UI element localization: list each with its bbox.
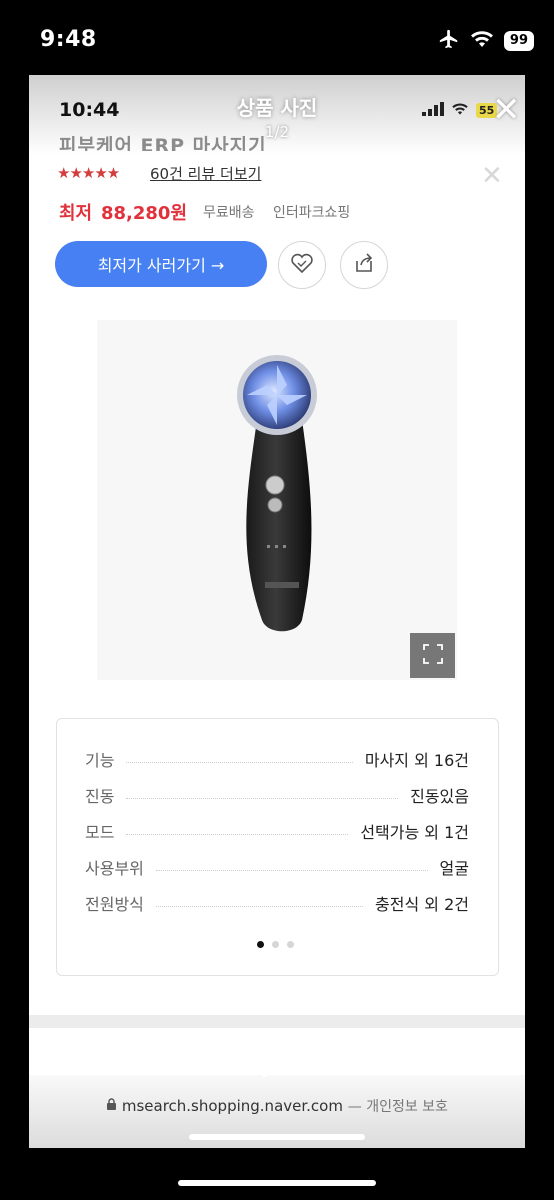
massager-illustration: [237, 355, 317, 632]
spec-value: 마사지 외 16건: [364, 751, 469, 770]
spec-card: 기능 마사지 외 16건 진동 진동있음 모드 선택가능 외 1건 사용부위 얼…: [56, 718, 499, 976]
review-link[interactable]: 60건 리뷰 더보기: [150, 163, 261, 184]
outer-clock: 9:48: [40, 27, 97, 52]
spec-value: 충전식 외 2건: [375, 895, 469, 914]
airplane-icon: [438, 28, 460, 54]
spec-row: 모드 선택가능 외 1건: [85, 819, 469, 843]
lock-icon: [106, 1097, 122, 1115]
product-image[interactable]: [97, 320, 457, 680]
privacy-label: — 개인정보 보호: [347, 1099, 448, 1115]
viewer-title: 상품 사진: [236, 96, 318, 120]
spec-row: 기능 마사지 외 16건: [85, 747, 469, 771]
product-title: 피부케어 ERP 마사지기: [59, 135, 267, 151]
spec-key: 전원방식: [85, 895, 144, 914]
spec-key: 진동: [85, 787, 115, 806]
shipping-label: 무료배송: [203, 205, 255, 221]
scroll-dot: [261, 1070, 268, 1077]
buy-lowest-price-button[interactable]: 최저가 사러가기 →: [55, 241, 267, 287]
spec-row: 진동 진동있음: [85, 783, 469, 807]
outer-status-icons: 99: [438, 28, 534, 54]
spec-value: 얼굴: [439, 859, 469, 878]
outer-battery: 99: [503, 31, 534, 51]
spec-value: 진동있음: [410, 787, 469, 806]
url-bar[interactable]: msearch.shopping.naver.com — 개인정보 보호: [29, 1096, 525, 1116]
spec-key: 사용부위: [85, 859, 144, 878]
spec-row: 전원방식 충전식 외 2건: [85, 891, 469, 915]
wifi-icon: [470, 29, 494, 53]
home-indicator[interactable]: [178, 1180, 376, 1186]
heart-icon: [290, 252, 314, 278]
inner-home-indicator: [189, 1134, 365, 1140]
spec-key: 모드: [85, 823, 115, 842]
spec-row: 사용부위 얼굴: [85, 855, 469, 879]
price-label: 최저: [59, 203, 93, 224]
expand-icon: [422, 643, 444, 669]
expand-button[interactable]: [410, 633, 455, 678]
outer-status-bar: 9:48 99: [0, 0, 554, 72]
wishlist-button[interactable]: [278, 241, 326, 289]
share-icon: [353, 252, 375, 278]
spec-key: 기능: [85, 751, 115, 770]
pager-dot[interactable]: [287, 941, 294, 948]
spec-value: 선택가능 외 1건: [360, 823, 469, 842]
close-icon[interactable]: ✕: [481, 161, 503, 191]
rating-stars: ★★★★★: [57, 164, 120, 182]
share-button[interactable]: [340, 241, 388, 289]
pager-dot-active[interactable]: [257, 941, 264, 948]
url-text: msearch.shopping.naver.com: [121, 1097, 343, 1115]
photo-viewer: 10:44 55 상품 사진 1/2 ✕ 피부케어 ERP 마사지기 ★★★★★…: [29, 75, 525, 1148]
section-divider: [29, 1015, 525, 1028]
price-value: 88,280원: [101, 203, 188, 224]
shop-name: 인터파크쇼핑: [273, 205, 351, 221]
viewer-close-icon[interactable]: ✕: [492, 93, 521, 127]
spec-pager[interactable]: [257, 941, 294, 948]
pager-dot[interactable]: [272, 941, 279, 948]
